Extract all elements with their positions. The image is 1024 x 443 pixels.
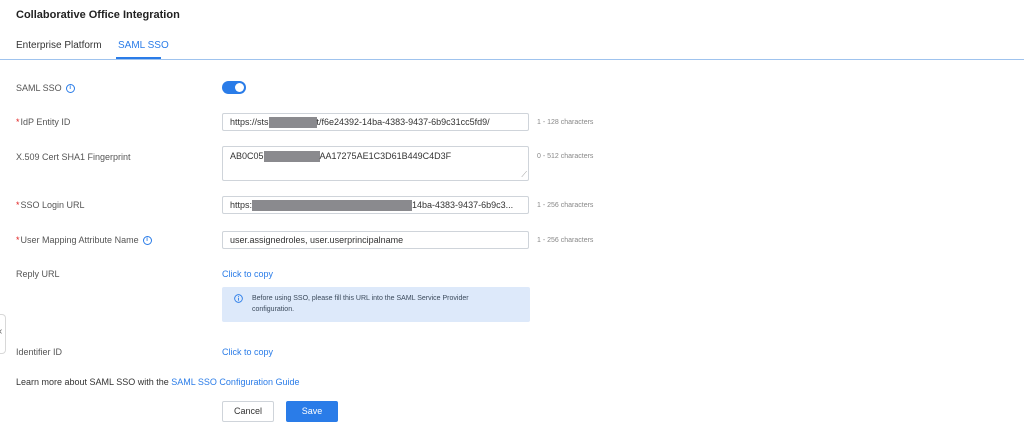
saml-sso-toggle[interactable] [222, 81, 246, 94]
side-panel-handle[interactable]: ‹ [0, 314, 6, 354]
textarea-resize-icon[interactable]: ⟋ [521, 171, 527, 179]
saml-sso-label: SAML SSO i [16, 83, 75, 94]
cancel-button[interactable]: Cancel [222, 401, 274, 422]
redaction-block [252, 200, 413, 212]
identifier-id-label: Identifier ID [16, 347, 63, 357]
idp-entity-id-label-text: IdP Entity ID [20, 117, 71, 127]
reply-url-label: Reply URL [16, 269, 60, 279]
idp-entity-id-value-suffix: t/f6e24392-14ba-4383-9437-6b9c31cc5fd9/ [316, 117, 490, 127]
saml-sso-label-text: SAML SSO [16, 83, 62, 93]
notice-text: Before using SSO, please fill this URL i… [252, 295, 469, 313]
reply-url-notice: Before using SSO, please fill this URL i… [222, 287, 530, 322]
tab-saml-sso[interactable]: SAML SSO [118, 40, 169, 51]
user-mapping-label-text: User Mapping Attribute Name [20, 235, 139, 245]
required-marker: * [16, 200, 20, 210]
idp-entity-id-input[interactable]: https://sts t/f6e24392-14ba-4383-9437-6b9… [222, 113, 529, 131]
x509-fingerprint-textarea[interactable]: AB0C05 AA17275AE1C3D61B449C4D3F ⟋ [222, 146, 529, 181]
tabs-divider [0, 59, 1024, 60]
x509-fingerprint-label: X.509 Cert SHA1 Fingerprint [16, 152, 131, 162]
required-marker: * [16, 235, 20, 245]
info-icon[interactable]: i [65, 84, 75, 94]
idp-entity-id-value-prefix: https://sts [230, 117, 269, 127]
required-marker: * [16, 117, 20, 127]
identifier-id-copy-link[interactable]: Click to copy [222, 347, 273, 357]
save-button[interactable]: Save [286, 401, 338, 422]
x509-fingerprint-label-text: X.509 Cert SHA1 Fingerprint [16, 152, 131, 162]
info-icon [234, 294, 243, 303]
sso-login-url-label: *SSO Login URL [16, 200, 85, 210]
learn-more-prefix: Learn more about SAML SSO with the [16, 377, 172, 387]
sso-login-url-input[interactable]: https: 14ba-4383-9437-6b9c3... [222, 196, 529, 214]
user-mapping-label: *User Mapping Attribute Name i [16, 235, 152, 246]
toggle-knob [235, 83, 244, 92]
redaction-block [263, 151, 320, 163]
saml-sso-guide-link[interactable]: SAML SSO Configuration Guide [171, 377, 299, 387]
sso-login-url-value-prefix: https: [230, 200, 253, 210]
sso-login-url-value-suffix: 14ba-4383-9437-6b9c3... [412, 200, 514, 210]
chevron-left-icon: ‹ [0, 327, 2, 337]
tab-enterprise-platform[interactable]: Enterprise Platform [16, 40, 102, 51]
user-mapping-hint: 1 - 256 characters [537, 237, 594, 244]
idp-entity-id-label: *IdP Entity ID [16, 117, 70, 127]
info-icon[interactable]: i [142, 236, 152, 246]
idp-entity-id-hint: 1 - 128 characters [537, 119, 594, 126]
x509-fingerprint-value-suffix: AA17275AE1C3D61B449C4D3F [319, 151, 452, 161]
sso-login-url-hint: 1 - 256 characters [537, 202, 594, 209]
sso-login-url-label-text: SSO Login URL [20, 200, 85, 210]
learn-more-text: Learn more about SAML SSO with the SAML … [16, 377, 299, 387]
user-mapping-input[interactable]: user.assignedroles, user.userprincipalna… [222, 231, 529, 249]
reply-url-copy-link[interactable]: Click to copy [222, 269, 273, 279]
x509-fingerprint-hint: 0 - 512 characters [537, 153, 594, 160]
page-title: Collaborative Office Integration [16, 9, 180, 21]
redaction-block [268, 117, 317, 129]
x509-fingerprint-value-prefix: AB0C05 [230, 151, 264, 161]
